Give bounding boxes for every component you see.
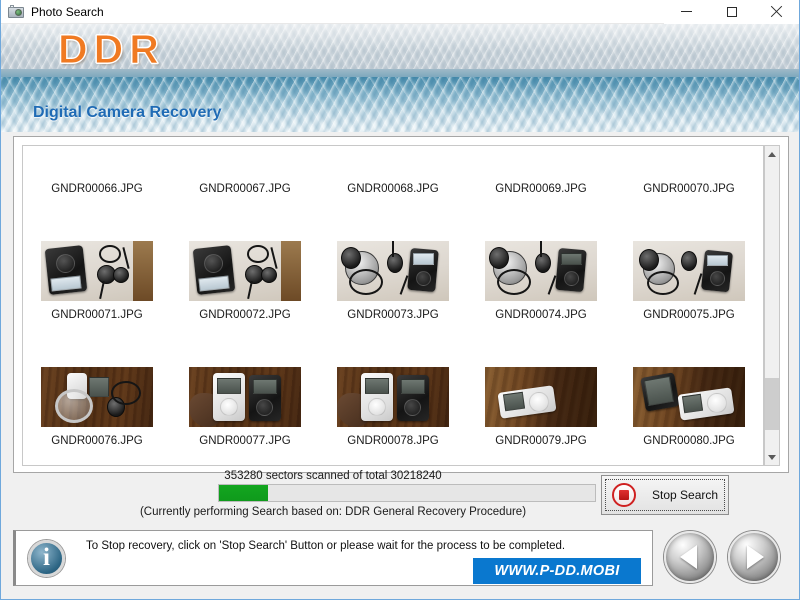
thumbnail-filename: GNDR00068.JPG [347,183,439,195]
ddr-logo: DDR [58,26,165,73]
scan-progress-bar [218,484,596,502]
thumbnail-cell[interactable]: GNDR00069.JPG [467,146,615,200]
window-controls [664,0,799,24]
info-icon: i [28,540,65,577]
thumbnail-grid: GNDR00066.JPG GNDR00067.JPG GNDR00068.JP… [23,146,763,452]
scroll-up-icon [768,151,776,157]
thumbnail-cell[interactable]: GNDR00070.JPG [615,146,763,200]
website-link[interactable]: WWW.P-DD.MOBI [473,558,641,584]
camera-icon [8,4,24,20]
thumbnail-filename: GNDR00066.JPG [51,183,143,195]
thumbnail-filename: GNDR00079.JPG [495,435,587,447]
thumbnail-cell[interactable]: GNDR00079.JPG [467,364,615,452]
thumbnail-image[interactable] [41,367,153,427]
thumbnail-image[interactable] [485,367,597,427]
next-arrow-icon [747,545,764,569]
thumbnail-filename: GNDR00070.JPG [643,183,735,195]
thumbnail-filename: GNDR00071.JPG [51,309,143,321]
thumbnail-cell[interactable]: GNDR00076.JPG [23,364,171,452]
stop-circle-icon [612,483,636,507]
thumbnail-panel: GNDR00066.JPG GNDR00067.JPG GNDR00068.JP… [13,136,789,473]
thumbnail-cell[interactable]: GNDR00075.JPG [615,238,763,326]
thumbnail-cell[interactable]: GNDR00078.JPG [319,364,467,452]
thumbnail-row: GNDR00076.JPG GNDR00077.JPG GNDR00078.JP… [23,364,763,452]
thumbnail-filename: GNDR00078.JPG [347,435,439,447]
thumbnail-image[interactable] [189,241,301,301]
thumbnail-filename: GNDR00077.JPG [199,435,291,447]
footer-bar: i To Stop recovery, click on 'Stop Searc… [13,530,789,590]
thumbnail-filename: GNDR00073.JPG [347,309,439,321]
app-banner: DDR Digital Camera Recovery [1,24,799,132]
minimize-button[interactable] [664,0,709,24]
thumbnail-cell[interactable]: GNDR00077.JPG [171,364,319,452]
photo-search-window: Photo Search DDR Digital Camera Recovery [0,0,800,600]
thumbnail-image[interactable] [337,367,449,427]
title-bar: Photo Search [1,0,799,24]
minimize-icon [681,11,692,12]
thumbnail-filename: GNDR00074.JPG [495,309,587,321]
sectors-scanned-text: 353280 sectors scanned of total 30218240 [224,470,442,482]
scan-progress-fill [219,485,268,501]
thumbnail-image[interactable] [337,241,449,301]
thumbnail-image[interactable] [485,241,597,301]
stop-search-button[interactable]: Stop Search [601,475,729,515]
thumbnail-filename: GNDR00080.JPG [643,435,735,447]
thumbnail-image[interactable] [633,367,745,427]
progress-area: 353280 sectors scanned of total 30218240… [13,470,789,522]
thumbnail-filename: GNDR00072.JPG [199,309,291,321]
maximize-button[interactable] [709,0,754,24]
thumbnail-filename: GNDR00067.JPG [199,183,291,195]
previous-button[interactable] [664,531,716,583]
thumbnail-cell[interactable]: GNDR00080.JPG [615,364,763,452]
thumbnail-filename: GNDR00076.JPG [51,435,143,447]
vertical-scrollbar[interactable] [764,145,780,466]
window-title: Photo Search [31,4,104,19]
thumbnail-cell[interactable]: GNDR00072.JPG [171,238,319,326]
scroll-down-button[interactable] [765,449,779,465]
thumbnail-cell[interactable]: GNDR00073.JPG [319,238,467,326]
next-button[interactable] [728,531,780,583]
scroll-down-icon [768,454,776,460]
maximize-icon [726,6,737,17]
thumbnail-viewport: GNDR00066.JPG GNDR00067.JPG GNDR00068.JP… [22,145,764,466]
thumbnail-image[interactable] [633,241,745,301]
close-button[interactable] [754,0,799,24]
scrollbar-thumb[interactable] [765,378,779,430]
thumbnail-cell[interactable]: GNDR00066.JPG [23,146,171,200]
app-tagline: Digital Camera Recovery [33,104,222,121]
close-icon [770,5,783,18]
recovery-procedure-text: (Currently performing Search based on: D… [139,506,527,518]
thumbnail-image[interactable] [189,367,301,427]
thumbnail-cell[interactable]: GNDR00068.JPG [319,146,467,200]
thumbnail-cell[interactable]: GNDR00074.JPG [467,238,615,326]
thumbnail-cell[interactable]: GNDR00067.JPG [171,146,319,200]
thumbnail-row: GNDR00071.JPG GNDR00072.JPG GNDR00073.JP… [23,238,763,326]
thumbnail-filename: GNDR00069.JPG [495,183,587,195]
thumbnail-row: GNDR00066.JPG GNDR00067.JPG GNDR00068.JP… [23,146,763,200]
previous-arrow-icon [680,545,697,569]
thumbnail-cell[interactable]: GNDR00071.JPG [23,238,171,326]
scroll-up-button[interactable] [765,146,779,162]
info-message: To Stop recovery, click on 'Stop Search'… [86,540,566,552]
stop-search-label: Stop Search [652,488,719,502]
thumbnail-filename: GNDR00075.JPG [643,309,735,321]
thumbnail-image[interactable] [41,241,153,301]
